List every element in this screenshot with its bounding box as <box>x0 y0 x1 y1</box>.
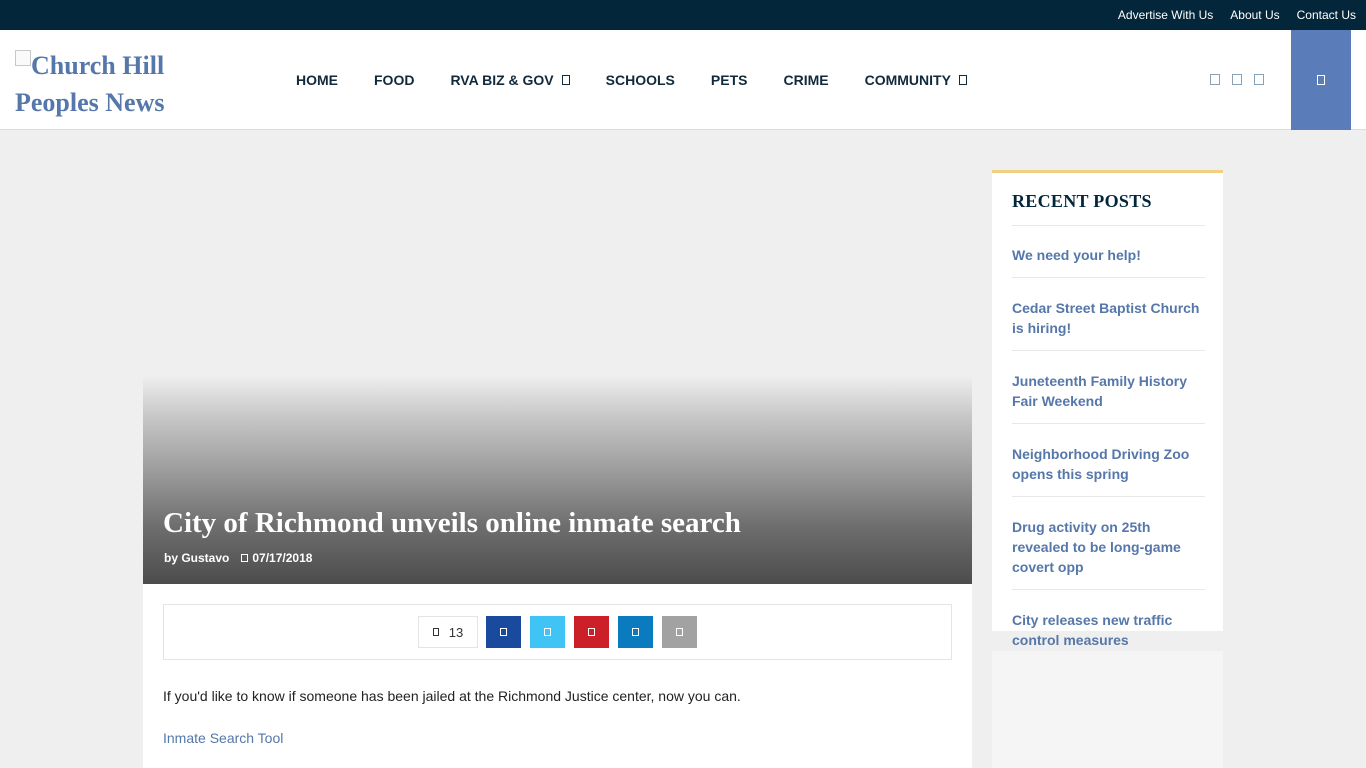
list-item: Cedar Street Baptist Church is hiring! <box>1012 278 1205 351</box>
share-count: 13 <box>418 616 478 648</box>
list-item: Juneteenth Family History Fair Weekend <box>1012 351 1205 424</box>
recent-post-link[interactable]: Juneteenth Family History Fair Weekend <box>1012 371 1205 411</box>
recent-posts-list: We need your help! Cedar Street Baptist … <box>1012 225 1205 662</box>
nav-item-pets[interactable]: PETS <box>693 72 766 88</box>
share-twitter-button[interactable] <box>530 616 565 648</box>
calendar-icon <box>241 554 249 562</box>
article-body: 13 If you'd like to know if someone has … <box>143 584 972 768</box>
share-email-button[interactable] <box>662 616 697 648</box>
about-link[interactable]: About Us <box>1230 8 1279 22</box>
widget-title: RECENT POSTS <box>1012 191 1152 211</box>
nav-label: RVA BIZ & GOV <box>450 72 554 88</box>
main-nav: HOME FOOD RVA BIZ & GOV SCHOOLS PETS CRI… <box>278 30 985 130</box>
list-item: We need your help! <box>1012 225 1205 278</box>
share-pinterest-button[interactable] <box>574 616 609 648</box>
pinterest-icon <box>588 628 595 636</box>
share-linkedin-button[interactable] <box>618 616 653 648</box>
article-date: 07/17/2018 <box>252 551 313 565</box>
ad-widget <box>992 651 1223 768</box>
advertise-link[interactable]: Advertise With Us <box>1118 8 1213 22</box>
twitter-icon <box>544 628 551 636</box>
article-paragraph: If you'd like to know if someone has bee… <box>163 688 741 704</box>
instagram-icon[interactable] <box>1254 74 1264 85</box>
share-facebook-button[interactable] <box>486 616 521 648</box>
inmate-search-link[interactable]: Inmate Search Tool <box>163 730 283 746</box>
list-item: Drug activity on 25th revealed to be lon… <box>1012 497 1205 590</box>
nav-label: PETS <box>710 72 748 88</box>
article-author[interactable]: by Gustavo <box>164 551 229 565</box>
article-hero: City of Richmond unveils online inmate s… <box>143 377 972 584</box>
linkedin-icon <box>632 628 639 636</box>
article-meta: by Gustavo 07/17/2018 <box>164 551 312 565</box>
recent-posts-widget: RECENT POSTS We need your help! Cedar St… <box>992 170 1223 648</box>
logo-alt-text: Church Hill Peoples News Logo <box>15 51 165 129</box>
nav-item-home[interactable]: HOME <box>278 72 356 88</box>
recent-post-link[interactable]: Drug activity on 25th revealed to be lon… <box>1012 517 1205 577</box>
share-row: 13 <box>418 616 706 648</box>
list-item: Neighborhood Driving Zoo opens this spri… <box>1012 424 1205 497</box>
nav-label: COMMUNITY <box>864 72 951 88</box>
facebook-icon <box>500 628 507 636</box>
chevron-down-icon <box>561 75 570 85</box>
facebook-icon[interactable] <box>1210 74 1220 85</box>
nav-item-crime[interactable]: CRIME <box>765 72 846 88</box>
nav-item-schools[interactable]: SCHOOLS <box>588 72 693 88</box>
search-icon <box>1317 75 1325 85</box>
nav-label: HOME <box>296 72 338 88</box>
article-title: City of Richmond unveils online inmate s… <box>163 507 741 539</box>
email-icon <box>676 628 683 636</box>
nav-item-food[interactable]: FOOD <box>356 72 432 88</box>
twitter-icon[interactable] <box>1232 74 1242 85</box>
utility-links: Advertise With Us About Us Contact Us <box>1101 0 1356 30</box>
site-header: Church Hill Peoples News Logo HOME FOOD … <box>0 30 1366 130</box>
recent-post-link[interactable]: We need your help! <box>1012 245 1205 265</box>
nav-label: SCHOOLS <box>605 72 675 88</box>
share-box: 13 <box>163 604 952 660</box>
social-links <box>1210 74 1276 85</box>
recent-post-link[interactable]: City releases new traffic control measur… <box>1012 610 1205 650</box>
nav-item-rva-biz-gov[interactable]: RVA BIZ & GOV <box>432 72 587 88</box>
broken-image-icon <box>15 50 31 66</box>
top-utility-bar: Advertise With Us About Us Contact Us <box>0 0 1366 30</box>
nav-label: FOOD <box>374 72 415 88</box>
search-button[interactable] <box>1291 30 1351 130</box>
contact-link[interactable]: Contact Us <box>1297 8 1356 22</box>
site-logo[interactable]: Church Hill Peoples News Logo <box>15 47 175 129</box>
chevron-down-icon <box>958 75 967 85</box>
share-icon <box>432 628 439 636</box>
share-count-value: 13 <box>448 624 464 640</box>
recent-post-link[interactable]: Cedar Street Baptist Church is hiring! <box>1012 298 1205 338</box>
nav-item-community[interactable]: COMMUNITY <box>847 72 985 88</box>
recent-post-link[interactable]: Neighborhood Driving Zoo opens this spri… <box>1012 444 1205 484</box>
nav-label: CRIME <box>783 72 829 88</box>
